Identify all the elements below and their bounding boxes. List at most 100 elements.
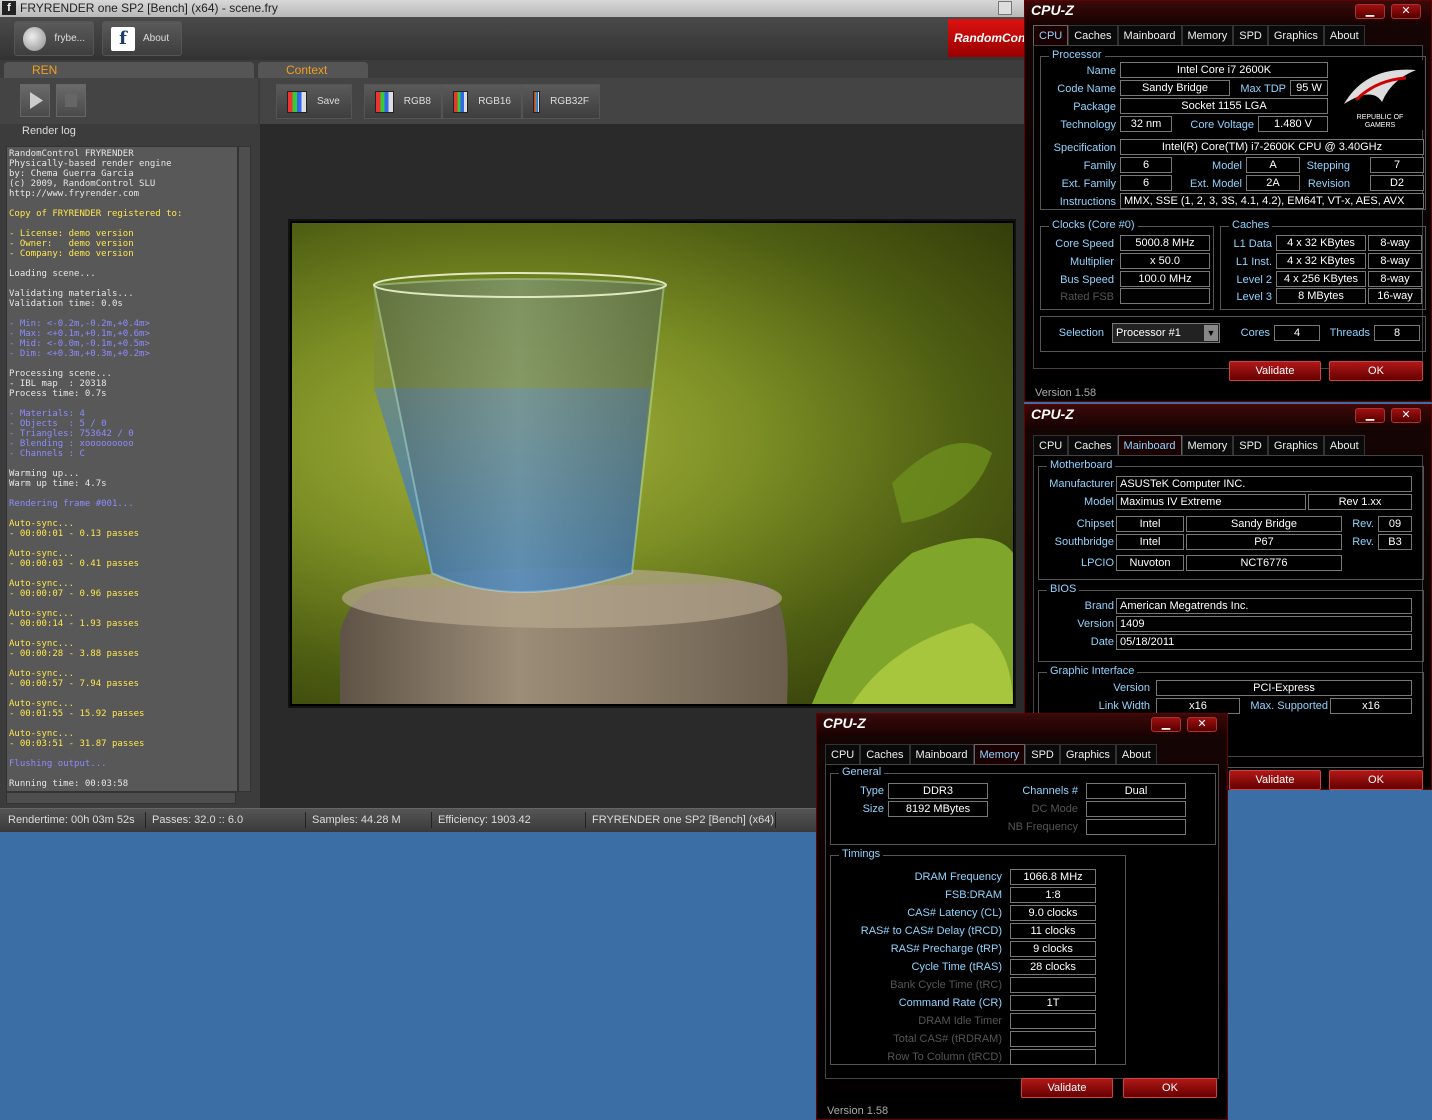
validate-button[interactable]: Validate (1229, 770, 1321, 790)
facebook-icon: f (111, 26, 135, 51)
tab-graphics[interactable]: Graphics (1267, 435, 1324, 455)
tab-ren[interactable]: REN (4, 62, 254, 78)
ok-button[interactable]: OK (1123, 1078, 1217, 1098)
name-label: Name (1086, 65, 1116, 77)
tab-spd[interactable]: SPD (1233, 25, 1268, 45)
timing-label: Bank Cycle Time (tRC) (890, 979, 1002, 991)
tab-graphics[interactable]: Graphics (1267, 25, 1324, 45)
cpuz-titlebar[interactable]: CPU-Z ▁ ✕ (1025, 405, 1431, 427)
log-line: Auto-sync... (9, 729, 75, 739)
channels-label: Channels # (1022, 785, 1078, 797)
tab-memory[interactable]: Memory (1181, 435, 1234, 455)
tab-mainboard[interactable]: Mainboard (909, 744, 974, 764)
log-line: - 00:00:03 - 0.41 passes (9, 559, 140, 569)
cpuz-titlebar[interactable]: CPU-Z ▁ ✕ (1025, 1, 1431, 23)
tab-memory[interactable]: Memory (1181, 25, 1234, 45)
cpuz-body: Processor Name Intel Core i7 2600K REPUB… (1033, 45, 1426, 369)
tab-about[interactable]: About (1115, 744, 1157, 764)
tab-mainboard[interactable]: Mainboard (1117, 25, 1182, 45)
play-button[interactable] (20, 84, 50, 117)
timing-label: DRAM Idle Timer (918, 1015, 1002, 1027)
southbridge-label: Southbridge (1054, 536, 1114, 548)
mb-rev-value: Rev 1.xx (1308, 494, 1412, 510)
render-log-scrollbar[interactable] (238, 146, 251, 792)
tab-memory[interactable]: Memory (973, 744, 1026, 764)
tab-spd[interactable]: SPD (1233, 435, 1268, 455)
close-icon[interactable]: ✕ (1187, 717, 1217, 732)
log-line: - Max: <+0.1m,+0.1m,+0.6m> (9, 329, 150, 339)
log-line: Loading scene... (9, 269, 96, 279)
bios-brand-label: Brand (1084, 600, 1114, 612)
tab-ren-label: REN (32, 63, 58, 77)
log-line: - License: demo version (9, 229, 134, 239)
tab-spd[interactable]: SPD (1025, 744, 1060, 764)
rgb8-button[interactable]: RGB8 (364, 84, 442, 119)
rgb16-button[interactable]: RGB16 (442, 84, 522, 119)
status-samples: Samples: 44.28 M (306, 812, 432, 828)
revision-label: Revision (1307, 178, 1350, 190)
extfamily-value: 6 (1120, 175, 1172, 191)
package-label: Package (1073, 101, 1116, 113)
randomcontrol-logo: RandomControl (948, 19, 1024, 57)
cores-value: 4 (1274, 325, 1320, 341)
minimize-icon[interactable] (998, 1, 1012, 15)
timing-label: Cycle Time (tRAS) (911, 961, 1002, 973)
cpuz-version: Version 1.58 (1035, 387, 1097, 399)
tab-about[interactable]: About (1323, 25, 1365, 45)
rgb16-icon (453, 90, 469, 113)
minimize-icon[interactable]: ▁ (1355, 408, 1385, 423)
tab-caches[interactable]: Caches (860, 744, 910, 764)
maxsupported-value: x16 (1330, 698, 1412, 714)
level3-label: Level 3 (1236, 291, 1272, 303)
validate-button[interactable]: Validate (1021, 1078, 1113, 1098)
validate-button[interactable]: Validate (1229, 361, 1321, 381)
rgb32f-button[interactable]: RGB32F (522, 84, 600, 119)
clocks-group-label: Clocks (Core #0) (1049, 219, 1138, 231)
mb-model-label: Model (1084, 496, 1114, 508)
render-log[interactable]: RandomControl FRYRENDER Physically-based … (6, 146, 238, 792)
log-line: - 00:03:51 - 31.87 passes (9, 739, 145, 749)
ok-button[interactable]: OK (1329, 361, 1423, 381)
bios-group-label: BIOS (1047, 583, 1080, 595)
cpuz-title: CPU-Z (823, 715, 866, 731)
tab-mainboard[interactable]: Mainboard (1117, 435, 1182, 455)
stepping-label: Stepping (1306, 160, 1350, 172)
tab-caches[interactable]: Caches (1068, 435, 1118, 455)
chevron-down-icon[interactable]: ▼ (1204, 325, 1218, 341)
chipset-rev-value: 09 (1378, 516, 1412, 532)
processor-select[interactable]: Processor #1 ▼ (1112, 323, 1220, 343)
log-line: Auto-sync... (9, 609, 75, 619)
fryrender-titlebar[interactable]: f FRYRENDER one SP2 [Bench] (x64) - scen… (0, 0, 1024, 17)
minimize-icon[interactable]: ▁ (1355, 4, 1385, 19)
cpuz-titlebar[interactable]: CPU-Z ▁ ✕ (817, 714, 1227, 736)
ok-button[interactable]: OK (1329, 770, 1423, 790)
channels-value: Dual (1086, 783, 1186, 799)
fryrender-window: f FRYRENDER one SP2 [Bench] (x64) - scen… (0, 0, 1024, 832)
tab-cpu[interactable]: CPU (825, 744, 861, 764)
corevoltage-label: Core Voltage (1190, 119, 1254, 131)
corespeed-value: 5000.8 MHz (1120, 235, 1210, 251)
close-icon[interactable]: ✕ (1391, 408, 1421, 423)
save-button[interactable]: Save (276, 84, 352, 119)
tab-cpu[interactable]: CPU (1033, 25, 1069, 45)
user-button[interactable]: frybe... (14, 21, 94, 56)
rgb32f-icon (533, 90, 541, 113)
fryrender-title: FRYRENDER one SP2 [Bench] (x64) - scene.… (20, 1, 278, 15)
minimize-icon[interactable]: ▁ (1151, 717, 1181, 732)
tab-about[interactable]: About (1323, 435, 1365, 455)
chipset-vendor: Intel (1116, 516, 1184, 532)
tab-graphics[interactable]: Graphics (1059, 744, 1116, 764)
log-line: Running time: 00:03:58 (9, 779, 129, 789)
tab-context[interactable]: Context (258, 62, 368, 78)
codename-value: Sandy Bridge (1120, 80, 1230, 96)
close-icon[interactable]: ✕ (1391, 4, 1421, 19)
tab-cpu[interactable]: CPU (1033, 435, 1069, 455)
stop-button[interactable] (56, 84, 86, 117)
render-log-hscrollbar[interactable] (6, 792, 236, 804)
extfamily-label: Ext. Family (1061, 178, 1116, 190)
about-button[interactable]: f About (102, 21, 182, 56)
family-value: 6 (1120, 157, 1172, 173)
tab-caches[interactable]: Caches (1068, 25, 1118, 45)
general-group-label: General (839, 766, 885, 778)
